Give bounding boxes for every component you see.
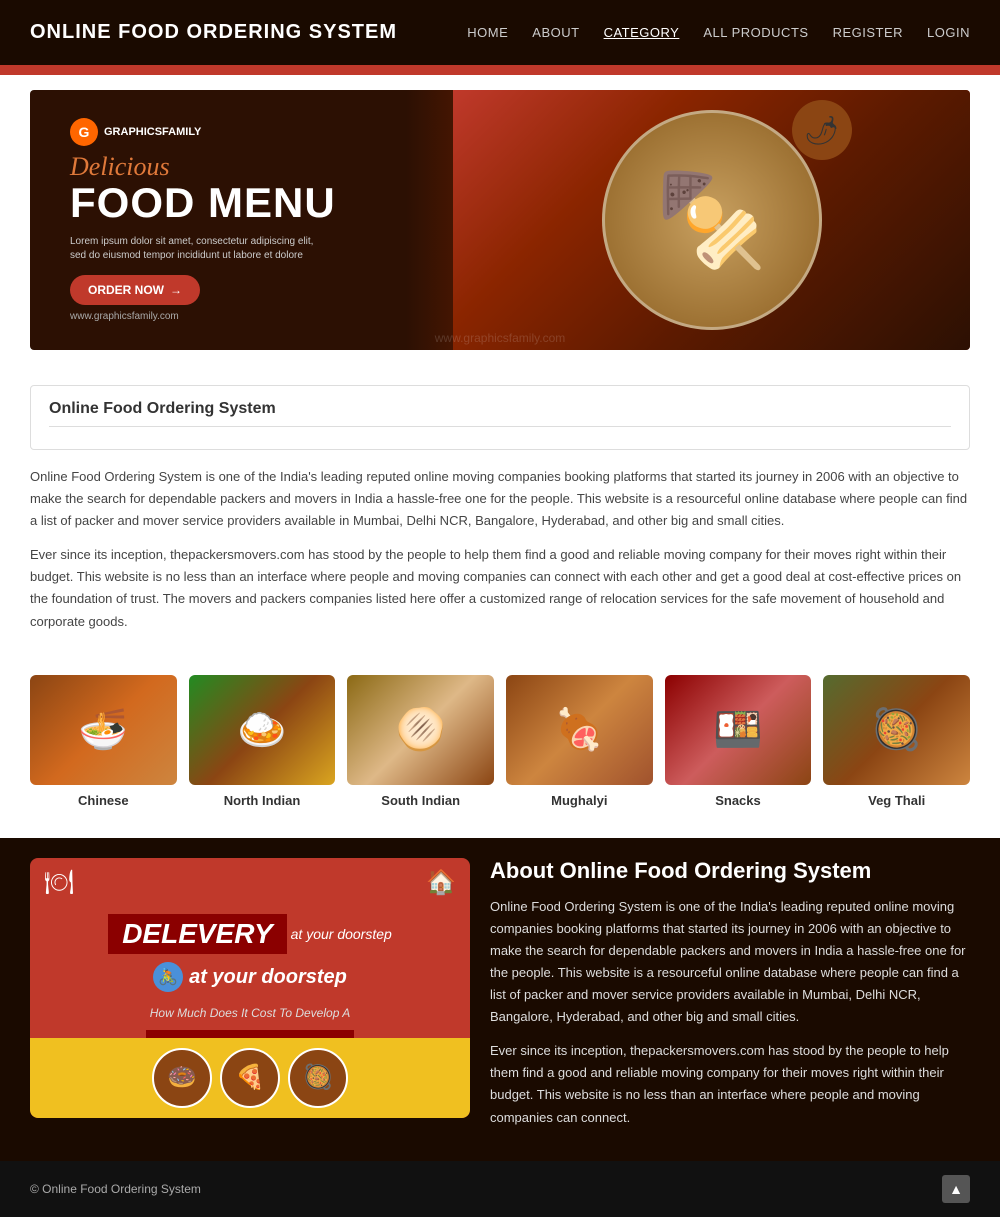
banner-watermark: www.graphicsfamily.com: [435, 331, 565, 345]
delivery-icon-right: 🏠: [426, 868, 456, 897]
category-chinese-label: Chinese: [30, 793, 177, 808]
category-vegthali[interactable]: 🥘 Veg Thali: [823, 675, 970, 808]
banner-title: FOOD MENU: [70, 180, 336, 226]
category-northindian-label: North Indian: [189, 793, 336, 808]
category-mughalyi-image: 🍖: [506, 675, 653, 785]
info-paragraph-1: Online Food Ordering System is one of th…: [30, 466, 970, 532]
food-item-1: 🍩: [152, 1048, 212, 1108]
food-item-3: 🥘: [288, 1048, 348, 1108]
about-paragraph-1: Online Food Ordering System is one of th…: [490, 896, 970, 1029]
order-now-button[interactable]: ORDER NOW →: [70, 275, 200, 305]
info-section: Online Food Ordering System Online Food …: [0, 365, 1000, 665]
delivery-food-row: 🍩 🍕 🥘: [30, 1038, 470, 1118]
delivery-label: DELEVERY: [108, 914, 286, 954]
category-southindian-label: South Indian: [347, 793, 494, 808]
food-item-2: 🍕: [220, 1048, 280, 1108]
nav-login[interactable]: LOGIN: [927, 25, 970, 40]
category-southindian[interactable]: 🫓 South Indian: [347, 675, 494, 808]
site-footer: © Online Food Ordering System ▲: [0, 1161, 1000, 1217]
category-northindian[interactable]: 🍛 North Indian: [189, 675, 336, 808]
delivery-at-doorstep: at your doorstep: [291, 926, 392, 942]
main-nav: HOME ABOUT CATEGORY ALL PRODUCTS REGISTE…: [467, 25, 970, 40]
about-paragraph-2: Ever since its inception, thepackersmove…: [490, 1040, 970, 1128]
banner-content: G GRAPHICSFAMILY Delicious FOOD MENU Lor…: [30, 98, 376, 341]
categories-section: 🍜 Chinese 🍛 North Indian 🫓 South Indian …: [0, 665, 1000, 838]
category-mughalyi-label: Mughalyi: [506, 793, 653, 808]
category-mughalyi[interactable]: 🍖 Mughalyi: [506, 675, 653, 808]
banner-description: Lorem ipsum dolor sit amet, consectetur …: [70, 235, 330, 263]
category-chinese[interactable]: 🍜 Chinese: [30, 675, 177, 808]
logo-text: GRAPHICSFAMILY: [104, 126, 201, 138]
scroll-up-button[interactable]: ▲: [942, 1175, 970, 1203]
footer-copyright: © Online Food Ordering System: [30, 1182, 201, 1196]
category-vegthali-label: Veg Thali: [823, 793, 970, 808]
nav-home[interactable]: HOME: [467, 25, 508, 40]
nav-about[interactable]: ABOUT: [532, 25, 579, 40]
arrow-icon: →: [170, 283, 182, 297]
orange-divider: [0, 65, 1000, 75]
category-chinese-image: 🍜: [30, 675, 177, 785]
banner-url: www.graphicsfamily.com: [70, 311, 336, 322]
nav-allproducts[interactable]: ALL PRODUCTS: [703, 25, 808, 40]
banner-logo: G GRAPHICSFAMILY: [70, 118, 336, 146]
logo-icon: G: [70, 118, 98, 146]
info-box: Online Food Ordering System: [30, 385, 970, 450]
category-northindian-image: 🍛: [189, 675, 336, 785]
delivery-icons: 🍽 🏠: [30, 868, 470, 897]
dark-about-section: 🍽 🏠 DELEVERY at your doorstep 🚴 at your …: [0, 838, 1000, 1161]
banner-subtitle: Delicious: [70, 154, 336, 180]
category-vegthali-image: 🥘: [823, 675, 970, 785]
info-paragraph-2: Ever since its inception, thepackersmove…: [30, 544, 970, 632]
category-southindian-image: 🫓: [347, 675, 494, 785]
nav-category[interactable]: CATEGORY: [604, 25, 680, 40]
about-text-box: About Online Food Ordering System Online…: [490, 858, 970, 1141]
delivery-icon-left: 🍽: [44, 868, 74, 897]
category-snacks-label: Snacks: [665, 793, 812, 808]
category-snacks-image: 🍱: [665, 675, 812, 785]
hero-banner: G GRAPHICSFAMILY Delicious FOOD MENU Lor…: [30, 90, 970, 350]
delivery-question: How Much Does It Cost To Develop A: [108, 1000, 392, 1026]
delivery-image-box: 🍽 🏠 DELEVERY at your doorstep 🚴 at your …: [30, 858, 470, 1118]
category-snacks[interactable]: 🍱 Snacks: [665, 675, 812, 808]
site-title: ONLINE FOOD ORDERING SYSTEM: [30, 21, 397, 44]
nav-register[interactable]: REGISTER: [833, 25, 903, 40]
categories-grid: 🍜 Chinese 🍛 North Indian 🫓 South Indian …: [30, 675, 970, 808]
about-title: About Online Food Ordering System: [490, 858, 970, 884]
banner-food-image: 🍢 🌶: [453, 90, 970, 350]
info-box-title: Online Food Ordering System: [49, 400, 951, 418]
site-header: ONLINE FOOD ORDERING SYSTEM HOME ABOUT C…: [0, 0, 1000, 65]
